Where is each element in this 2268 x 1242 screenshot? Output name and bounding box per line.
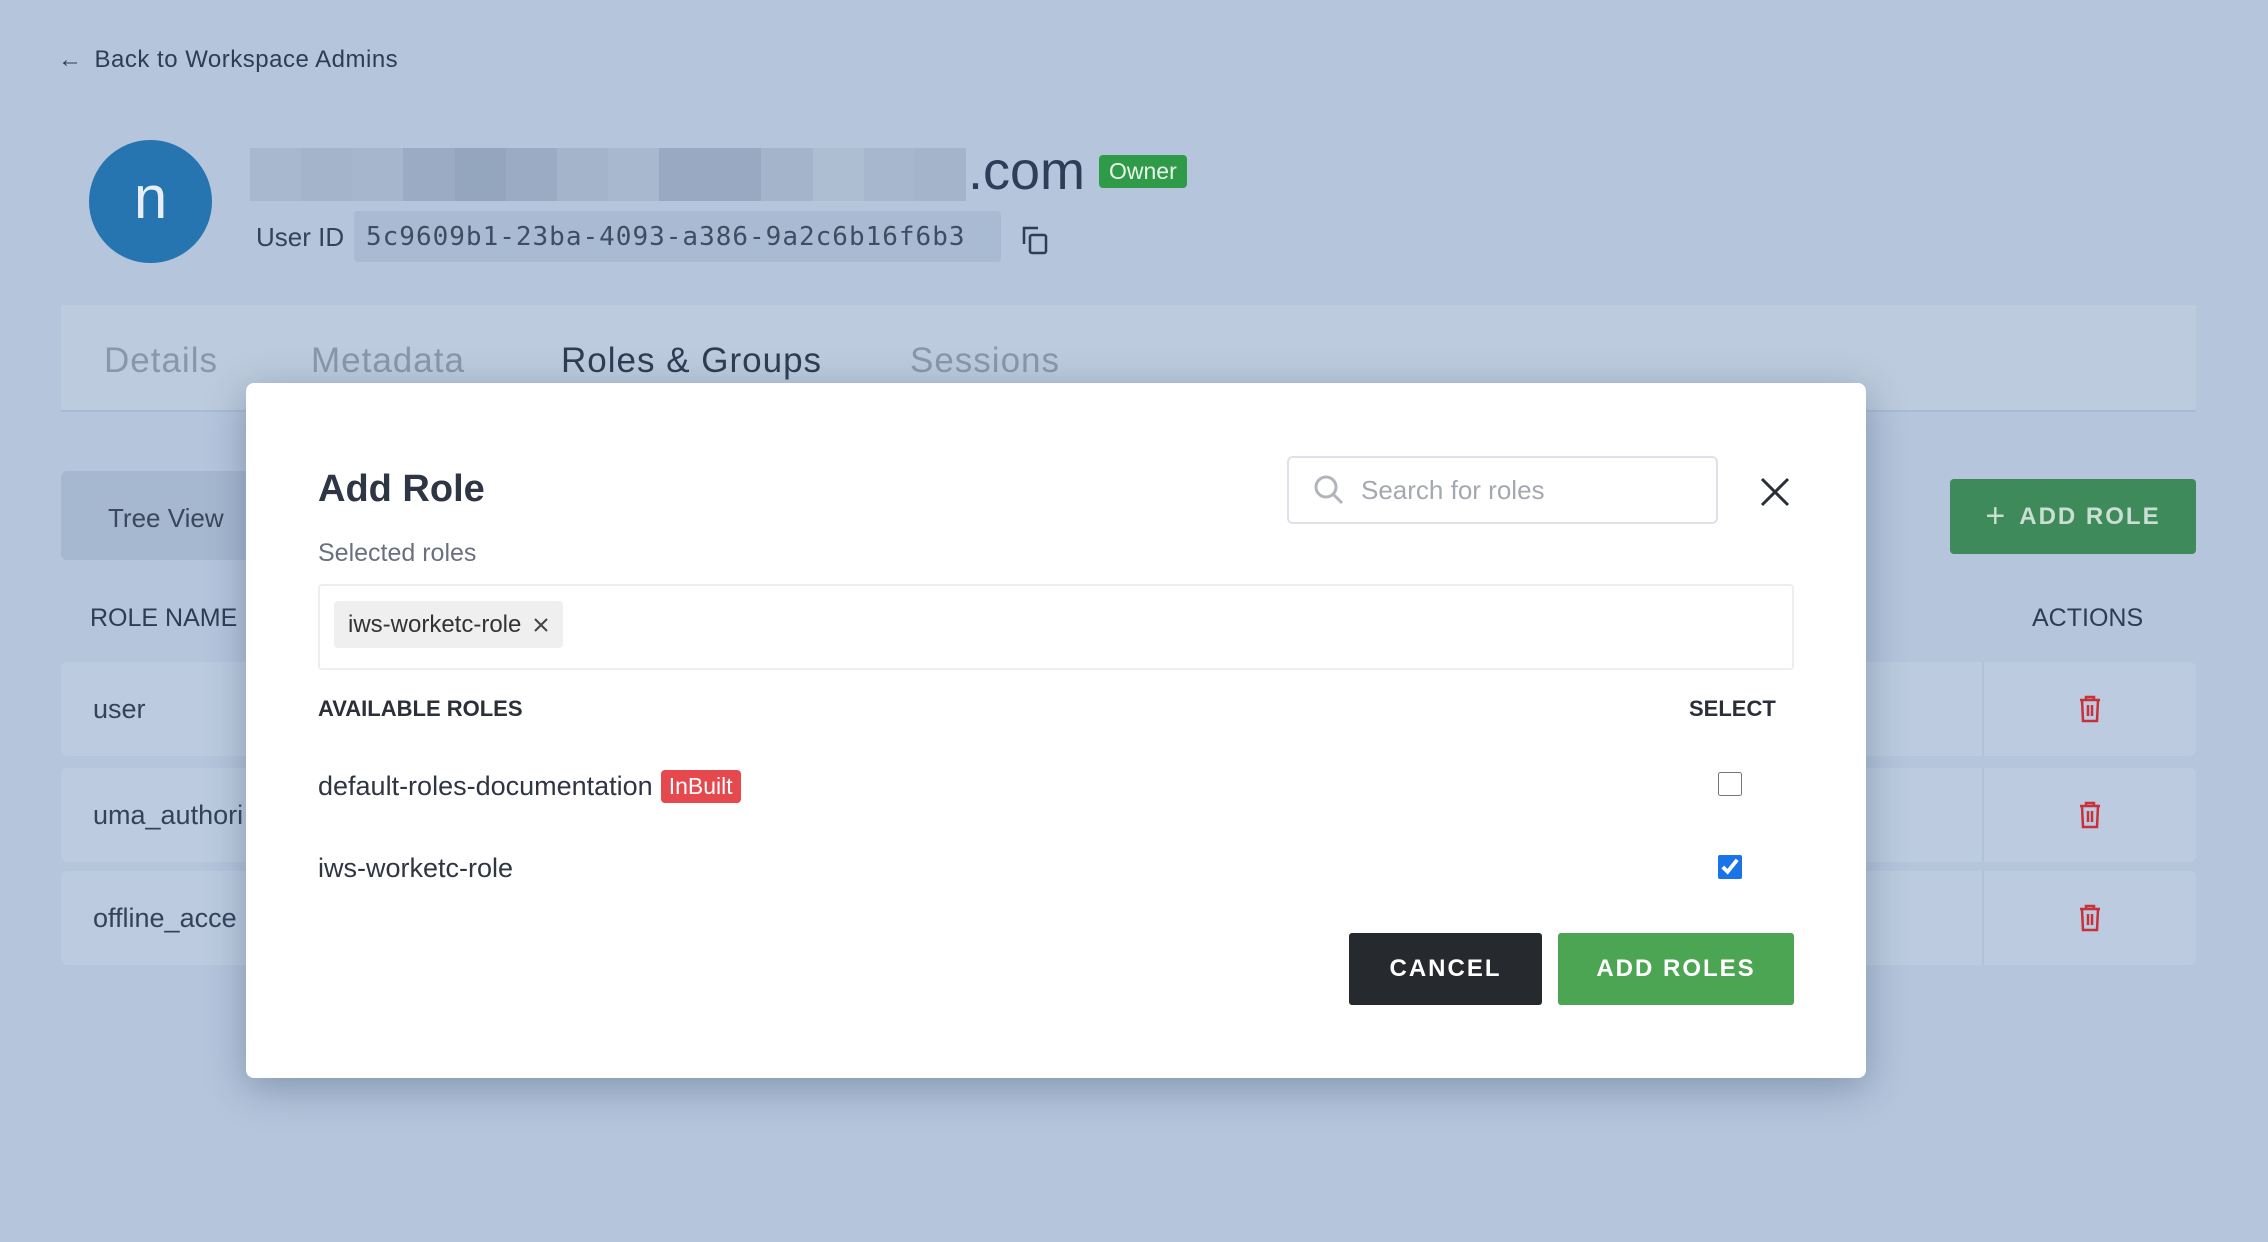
arrow-left-icon: ← [58,46,83,73]
role-name: user [93,694,146,724]
role-checkbox-default-roles-documentation[interactable] [1718,772,1742,796]
back-link[interactable]: ← Back to Workspace Admins [58,46,398,74]
selected-role-chip: iws-worketc-role [334,601,564,648]
add-role-dialog: Add Role Selected roles iws-worketc-role… [246,383,1866,1078]
user-id-value: 5c9609b1-23ba-4093-a386-9a2c6b16f6b3 [354,211,1001,262]
avatar: n [89,140,212,263]
trash-icon[interactable] [2079,695,2101,723]
search-icon [1314,475,1344,505]
role-option: iws-worketc-role [318,853,514,883]
search-input[interactable] [1361,474,1701,506]
owner-badge: Owner [1099,155,1187,188]
plus-icon: + [1985,497,2008,535]
select-header: SELECT [1689,696,1776,721]
inbuilt-badge: InBuilt [660,770,741,803]
add-roles-button[interactable]: ADD ROLES [1558,933,1794,1005]
search-field[interactable] [1287,456,1718,524]
user-id-label: User ID [256,222,345,252]
remove-chip-icon[interactable] [533,617,549,633]
close-icon[interactable] [1758,475,1792,509]
role-checkbox-iws-worketc-role[interactable] [1718,855,1742,879]
trash-icon[interactable] [2079,801,2101,829]
trash-icon[interactable] [2079,904,2101,932]
column-header-actions: ACTIONS [2032,604,2144,632]
role-option: default-roles-documentation InBuilt [318,770,741,803]
column-header-role-name: ROLE NAME [90,604,238,632]
tab-roles-groups[interactable]: Roles & Groups [561,341,822,381]
selected-roles-box: iws-worketc-role [318,584,1794,670]
copy-icon[interactable] [1020,224,1050,256]
selected-roles-label: Selected roles [318,539,477,567]
tab-details[interactable]: Details [104,341,218,381]
available-roles-header: AVAILABLE ROLES [318,696,523,721]
add-role-button[interactable]: + ADD ROLE [1950,479,2196,554]
tab-metadata[interactable]: Metadata [311,341,465,381]
tab-sessions[interactable]: Sessions [910,341,1060,381]
cancel-button[interactable]: CANCEL [1349,933,1542,1005]
email-domain: .com [968,141,1086,201]
redacted-email [250,148,966,201]
role-name: offline_acce [93,903,237,933]
dialog-title: Add Role [318,468,485,510]
role-name: uma_authori [93,800,244,830]
